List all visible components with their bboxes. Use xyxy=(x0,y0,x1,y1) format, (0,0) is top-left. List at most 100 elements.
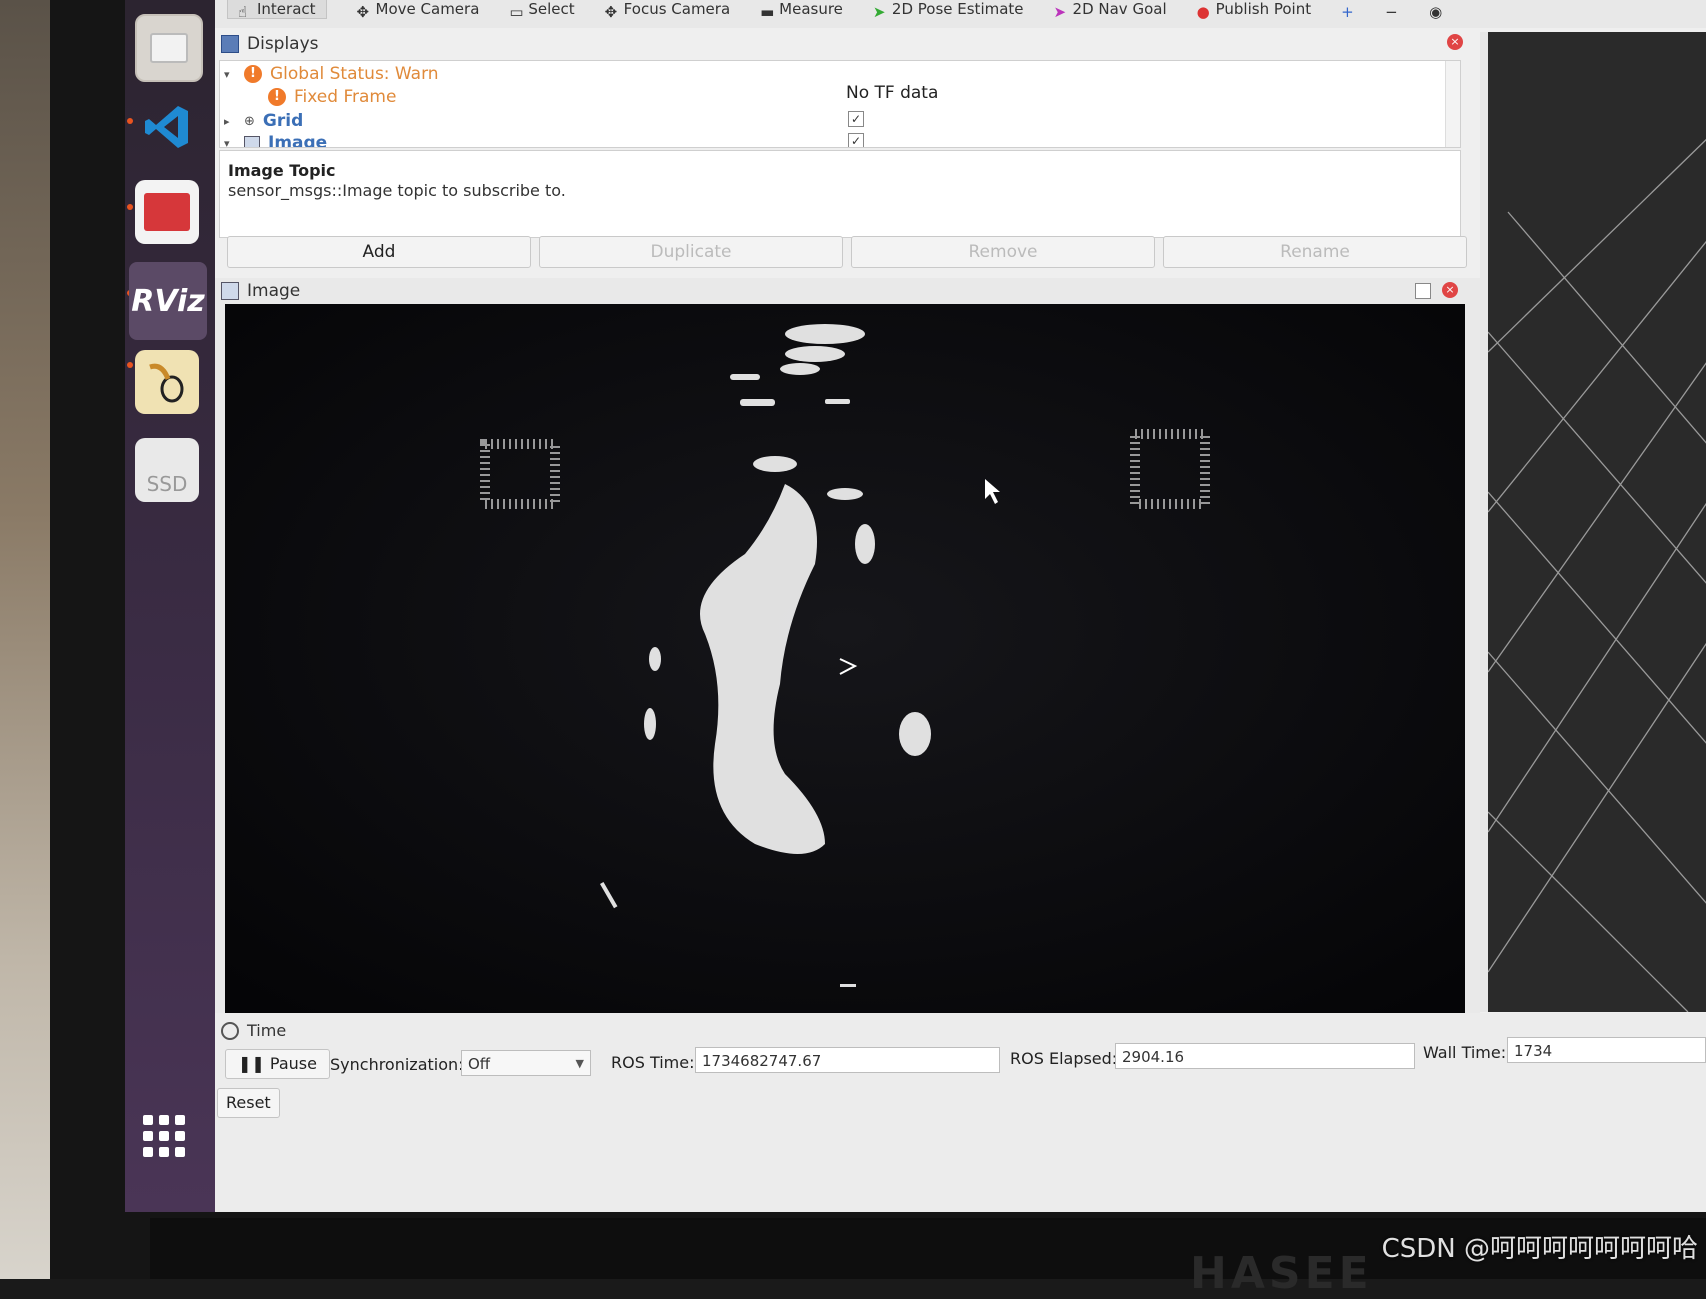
remove-button[interactable]: Remove xyxy=(851,236,1155,268)
chevron-down-icon[interactable]: ▾ xyxy=(224,137,236,148)
tool-add[interactable]: + xyxy=(1341,3,1355,21)
pose-arrow-icon: ➤ xyxy=(872,3,886,21)
tool-select[interactable]: ▭ Select xyxy=(509,0,575,21)
clock-icon xyxy=(221,1021,239,1040)
watermark: CSDN @呵呵呵呵呵呵呵哈 xyxy=(1381,1234,1698,1264)
minus-icon: − xyxy=(1385,3,1398,21)
tree-row-fixed-frame[interactable]: ! Fixed Frame xyxy=(268,87,396,107)
tool-label: Select xyxy=(528,0,575,18)
add-button[interactable]: Add xyxy=(227,236,531,268)
image-enabled-checkbox[interactable]: ✓ xyxy=(848,133,864,147)
tool-label: 2D Nav Goal xyxy=(1072,0,1167,18)
displays-tree: ▾ ! Global Status: Warn ! Fixed Frame No… xyxy=(219,60,1461,148)
grid-icon: ⊕ xyxy=(244,113,255,129)
tool-2d-nav-goal[interactable]: ➤ 2D Nav Goal xyxy=(1053,0,1167,21)
ros-elapsed-field[interactable]: 2904.16 xyxy=(1115,1043,1415,1069)
image-label: Image xyxy=(268,133,328,148)
property-description: Image Topic sensor_msgs::Image topic to … xyxy=(219,150,1461,238)
tool-measure[interactable]: ▬ Measure xyxy=(760,0,843,21)
displays-icon xyxy=(221,35,239,53)
grid-enabled-checkbox[interactable]: ✓ xyxy=(848,111,864,127)
running-indicator xyxy=(127,118,133,124)
tree-row-global-status[interactable]: ▾ ! Global Status: Warn xyxy=(224,64,439,84)
presentation-app-icon[interactable] xyxy=(135,180,199,244)
sync-select[interactable]: Off ▼ xyxy=(461,1050,591,1076)
screen: RViz SSD ☝ Interact ✥ Move Camera ▭ Select … xyxy=(125,0,1706,1212)
image-view[interactable] xyxy=(225,304,1465,1024)
tool-label: Publish Point xyxy=(1215,0,1312,18)
displays-panel: Displays × ▾ ! Global Status: Warn ! Fix… xyxy=(215,32,1480,300)
image-panel-title: Image xyxy=(247,281,301,301)
goal-arrow-icon: ➤ xyxy=(1053,3,1067,21)
tool-focus-camera[interactable]: ✥ Focus Camera xyxy=(604,0,731,21)
tool-publish-point[interactable]: ● Publish Point xyxy=(1196,0,1312,21)
time-title: Time xyxy=(247,1021,287,1040)
eye-icon: ◉ xyxy=(1429,3,1443,21)
tree-row-grid[interactable]: ▸ ⊕ Grid xyxy=(224,111,303,131)
fixed-frame-status: No TF data xyxy=(846,83,939,103)
description-body: sensor_msgs::Image topic to subscribe to… xyxy=(228,181,566,200)
tool-toolbar: ☝ Interact ✥ Move Camera ▭ Select ✥ Focus Ca… xyxy=(215,0,1706,28)
tool-label: 2D Pose Estimate xyxy=(891,0,1024,18)
focus-camera-icon: ✥ xyxy=(604,3,618,21)
description-title: Image Topic xyxy=(228,161,336,180)
tree-scrollbar[interactable] xyxy=(1445,61,1460,147)
fixed-frame-label: Fixed Frame xyxy=(294,87,397,107)
displays-title: Displays xyxy=(247,34,319,54)
plus-icon: + xyxy=(1341,3,1354,21)
tool-remove[interactable]: − xyxy=(1385,3,1399,21)
image-panel: Image × xyxy=(215,278,1480,1024)
image-icon xyxy=(244,136,260,147)
chevron-down-icon: ▼ xyxy=(575,1057,584,1070)
ruler-icon: ▬ xyxy=(760,3,775,21)
camera-image xyxy=(225,304,1465,1024)
sync-label: Synchronization: xyxy=(330,1055,464,1074)
displays-header: Displays xyxy=(215,32,1480,56)
ssd-drive-icon[interactable]: SSD xyxy=(135,438,199,502)
pause-icon: ❚❚ xyxy=(238,1054,265,1073)
ros-elapsed-label: ROS Elapsed: xyxy=(1010,1049,1118,1068)
time-header: Time xyxy=(215,1021,286,1040)
close-icon[interactable]: × xyxy=(1447,34,1463,50)
tree-row-image[interactable]: ▾ Image xyxy=(224,133,328,148)
select-icon: ▭ xyxy=(509,3,524,21)
warning-icon: ! xyxy=(244,65,262,83)
time-panel: Time ❚❚ Pause Synchronization: Off ▼ ROS… xyxy=(215,1013,1706,1212)
tool-camera-view[interactable]: ◉ xyxy=(1429,3,1443,21)
rename-button[interactable]: Rename xyxy=(1163,236,1467,268)
close-icon[interactable]: × xyxy=(1442,282,1458,298)
ros-time-label: ROS Time: xyxy=(611,1053,695,1072)
hand-icon: ☝ xyxy=(238,2,248,21)
image-panel-header: Image xyxy=(215,278,1480,304)
running-indicator xyxy=(127,204,133,210)
fixed-frame-value: No TF data xyxy=(846,83,938,103)
chevron-right-icon[interactable]: ▸ xyxy=(224,115,236,128)
rviz-app-icon[interactable]: RViz xyxy=(129,262,207,340)
reset-button[interactable]: Reset xyxy=(217,1088,280,1118)
float-panel-icon[interactable] xyxy=(1415,283,1431,299)
global-status-label: Global Status: Warn xyxy=(270,64,439,84)
monitor-brand: HASEE xyxy=(1190,1248,1373,1299)
tool-label: Move Camera xyxy=(375,0,480,18)
map-pin-icon: ● xyxy=(1196,3,1210,21)
chevron-down-icon[interactable]: ▾ xyxy=(224,68,236,81)
vscode-app-icon[interactable] xyxy=(135,95,199,159)
tool-label: Focus Camera xyxy=(623,0,731,18)
show-applications-icon[interactable] xyxy=(143,1115,185,1157)
pause-label: Pause xyxy=(269,1054,317,1073)
sync-value: Off xyxy=(468,1055,491,1073)
drawing-app-icon[interactable] xyxy=(135,350,199,414)
grid-render xyxy=(1488,138,1706,1012)
ros-time-field[interactable]: 1734682747.67 xyxy=(695,1047,1000,1073)
tool-interact[interactable]: ☝ Interact xyxy=(227,0,327,21)
pause-button[interactable]: ❚❚ Pause xyxy=(225,1049,330,1079)
3d-render-view[interactable] xyxy=(1480,32,1706,1012)
tool-label: Interact xyxy=(257,0,316,18)
files-app-icon[interactable] xyxy=(135,14,203,82)
tool-move-camera[interactable]: ✥ Move Camera xyxy=(356,0,480,21)
tool-2d-pose-estimate[interactable]: ➤ 2D Pose Estimate xyxy=(872,0,1024,21)
move-camera-icon: ✥ xyxy=(356,3,370,21)
running-indicator xyxy=(127,362,133,368)
duplicate-button[interactable]: Duplicate xyxy=(539,236,843,268)
wall-time-field[interactable]: 1734 xyxy=(1507,1037,1706,1063)
